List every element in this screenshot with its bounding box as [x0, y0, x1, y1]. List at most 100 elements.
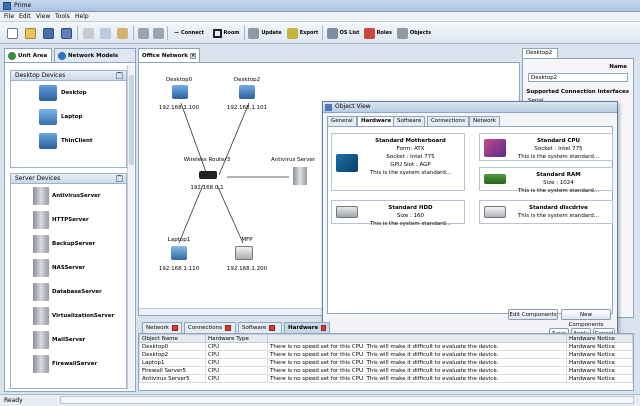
column-header[interactable]: Hardware Type: [205, 334, 268, 343]
objects-icon: [396, 27, 408, 39]
component-card-ram[interactable]: Standard RAM Size : 1024 This is the sys…: [479, 167, 613, 194]
menu-help[interactable]: Help: [75, 13, 89, 20]
ram-icon: [484, 174, 506, 184]
toolbar-separator: [77, 26, 78, 40]
palette-item-thinclient[interactable]: ThinClient: [11, 129, 126, 153]
new-components-button[interactable]: New Components: [561, 309, 611, 328]
component-card-motherboard[interactable]: Standard Motherboard Form: ATX Socket : …: [331, 133, 465, 191]
palette-item-database-server[interactable]: DatabaseServer: [11, 280, 126, 304]
title-bar: Prime: [0, 0, 640, 12]
router-icon[interactable]: [199, 171, 217, 179]
object-view-dialog: Object View General Hardware Software Co…: [322, 101, 618, 341]
tab-bottom-software[interactable]: Software: [238, 322, 282, 333]
connection-line[interactable]: [216, 184, 244, 244]
connect-button[interactable]: — Connect: [170, 25, 208, 41]
component-text: Standard RAM Size : 1024 This is the sys…: [517, 172, 600, 194]
palette-item-nas-server[interactable]: NASServer: [11, 256, 126, 280]
room-button[interactable]: Room: [210, 25, 242, 41]
palette-item-laptop[interactable]: Laptop: [11, 105, 126, 129]
menu-view[interactable]: View: [36, 13, 50, 20]
connection-line[interactable]: [218, 102, 250, 176]
open-button[interactable]: [22, 25, 38, 41]
palette-item-firewall-server[interactable]: FirewallServer: [11, 352, 126, 376]
objects-button[interactable]: Objects: [395, 25, 433, 41]
node-desktop2-ip: 192.168.1.101: [226, 105, 268, 111]
undo-button[interactable]: [136, 25, 150, 41]
table-row[interactable]: Antivirus Server5 CPU There is no speed se…: [139, 374, 633, 383]
tab-hardware[interactable]: Hardware: [357, 116, 396, 126]
palette-item-backup-server[interactable]: BackupServer: [11, 232, 126, 256]
column-header[interactable]: [267, 334, 567, 343]
desktop-icon[interactable]: [239, 85, 255, 99]
save-button[interactable]: [40, 25, 56, 41]
name-field[interactable]: Desktop2: [528, 73, 628, 82]
node-desktop2-label: Desktop2: [233, 77, 261, 83]
component-card-discdrive[interactable]: Standard discdrive This is the system st…: [479, 200, 613, 224]
tab-software[interactable]: Software: [393, 116, 426, 126]
os-list-button[interactable]: OS List: [325, 25, 361, 41]
device-palette: Desktop Devices ^ Desktop Laptop ThinClie…: [4, 62, 136, 392]
menu-tools[interactable]: Tools: [55, 13, 70, 20]
node-mfp-ip: 192.168.1.200: [226, 266, 268, 272]
printer-icon[interactable]: [235, 246, 253, 260]
tab-bottom-hardware[interactable]: Hardware: [284, 322, 330, 333]
menu-file[interactable]: File: [4, 13, 14, 20]
component-card-cpu[interactable]: Standard CPU Socket : Intel 775 This is …: [479, 133, 613, 161]
collapse-icon[interactable]: ^: [116, 175, 123, 182]
desktop-devices-header[interactable]: Desktop Devices ^: [11, 71, 126, 81]
palette-item-antivirus-server[interactable]: AntivirusServer: [11, 184, 126, 208]
menu-edit[interactable]: Edit: [19, 13, 31, 20]
folder-icon: [24, 27, 36, 39]
redo-button[interactable]: [151, 25, 165, 41]
copy-button[interactable]: [97, 25, 113, 41]
table-row[interactable]: Firewall Server5 CPU There is no speed set…: [139, 366, 633, 375]
tab-bottom-connections[interactable]: Connections: [184, 322, 236, 333]
scrollbar-thumb[interactable]: [129, 75, 134, 165]
update-button[interactable]: Update: [247, 25, 283, 41]
server-devices-header[interactable]: Server Devices ^: [11, 174, 126, 184]
virtualization-server-icon: [33, 307, 49, 325]
column-header[interactable]: Object Name: [139, 334, 206, 343]
antivirus-server-icon[interactable]: [293, 167, 307, 185]
table-row[interactable]: Laptop1 CPU There is no speed set for this…: [139, 358, 633, 367]
tab-general[interactable]: General: [327, 116, 357, 126]
tab-bottom-network[interactable]: Network: [142, 322, 182, 333]
tab-network-models[interactable]: Network Models: [54, 48, 136, 62]
palette-item-desktop[interactable]: Desktop: [11, 81, 126, 105]
roles-button[interactable]: Roles: [363, 25, 393, 41]
connection-line[interactable]: [180, 102, 208, 176]
laptop-icon[interactable]: [171, 246, 187, 260]
window-title: Prime: [14, 2, 32, 9]
table-row[interactable]: Desktop2 CPU There is no speed set for thi…: [139, 350, 633, 359]
backup-server-icon: [33, 235, 49, 253]
palette-scrollbar[interactable]: [127, 65, 134, 389]
new-button[interactable]: [4, 25, 20, 41]
toolbar-separator: [167, 26, 168, 40]
tab-network[interactable]: Network: [469, 116, 500, 126]
column-header[interactable]: Hardware Notice: [566, 334, 633, 343]
error-icon: [225, 325, 231, 331]
laptop-icon: [39, 109, 57, 125]
mail-server-icon: [33, 331, 49, 349]
tab-desktop2[interactable]: Desktop2: [522, 48, 558, 58]
paste-button[interactable]: [114, 25, 130, 41]
tab-unit-area[interactable]: Unit Area: [4, 48, 52, 62]
hardware-panel: Standard Motherboard Form: ATX Socket : …: [327, 126, 613, 328]
cut-button[interactable]: [80, 25, 96, 41]
edit-components-button[interactable]: Edit Components: [508, 309, 558, 320]
collapse-icon[interactable]: ^: [116, 72, 123, 79]
motherboard-icon: [336, 154, 358, 172]
save-all-button[interactable]: [58, 25, 74, 41]
export-button[interactable]: Export: [285, 25, 320, 41]
close-icon[interactable]: ×: [190, 52, 196, 59]
component-text: Standard Motherboard Form: ATX Socket : …: [369, 138, 452, 176]
component-card-hdd[interactable]: Standard HDD Size : 160 This is the syst…: [331, 200, 465, 227]
connection-line[interactable]: [178, 184, 204, 244]
desktop-icon[interactable]: [172, 85, 188, 99]
tab-connections[interactable]: Connections: [427, 116, 469, 126]
palette-item-virtualization-server[interactable]: VirtualizationServer: [11, 304, 126, 328]
table-row[interactable]: Desktop0 CPU There is no speed set for thi…: [139, 342, 633, 351]
palette-item-http-server[interactable]: HTTPServer: [11, 208, 126, 232]
palette-item-mail-server[interactable]: MailServer: [11, 328, 126, 352]
tab-office-network[interactable]: Office Network ×: [138, 48, 200, 62]
